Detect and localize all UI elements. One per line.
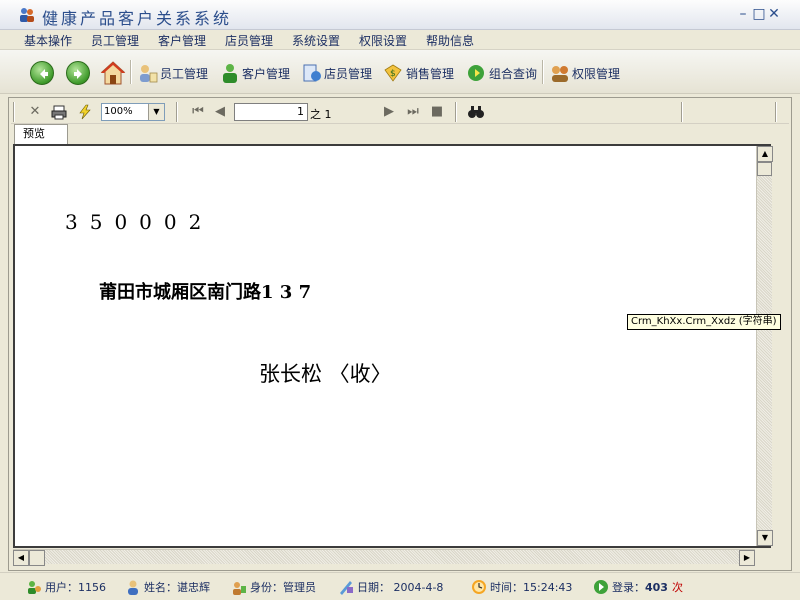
status-bar: 用户：1156 姓名：谌忠辉 身份：管理员 日期： 2004-4-8 时间：15…: [0, 572, 800, 600]
calendar-icon: [340, 581, 353, 595]
user-icon: [28, 581, 41, 594]
main-toolbar: 员工管理 客户管理 店员管理 $ 销售管理 组合查询 权限管理: [0, 50, 800, 94]
query-icon: [468, 65, 484, 81]
first-page-icon[interactable]: ⏮: [190, 104, 206, 120]
user-id-text: 用户：1156: [45, 581, 106, 594]
role-text: 身份：管理员: [250, 581, 316, 594]
scroll-down-icon[interactable]: ▼: [757, 530, 773, 546]
employee-manage-button[interactable]: 员工管理: [137, 61, 208, 85]
vertical-scroll-thumb[interactable]: [757, 162, 772, 176]
status-time: 时间：15:24:43: [471, 579, 572, 595]
clerk-manage-button[interactable]: 店员管理: [301, 61, 372, 85]
employee-icon: [140, 65, 158, 83]
status-login: 登录： 403 次: [593, 579, 683, 595]
menu-permission-settings[interactable]: 权限设置: [359, 32, 407, 49]
recipient-text: 张长松 〈收〉: [259, 362, 392, 386]
sales-manage-button[interactable]: $ 销售管理: [383, 61, 454, 85]
arrow-left-icon: [40, 69, 48, 79]
horizontal-scroll-thumb[interactable]: [29, 550, 45, 566]
vertical-scrollbar[interactable]: ▲ ▼: [756, 146, 773, 546]
back-button[interactable]: [30, 61, 54, 85]
postcode-text: 350002: [65, 210, 214, 234]
close-button[interactable]: ✕: [767, 6, 781, 22]
customer-manage-label: 客户管理: [242, 66, 291, 81]
login-count-unit: 次: [671, 581, 683, 594]
field-tooltip: Crm_KhXx.Crm_Xxdz (字符串): [627, 314, 781, 330]
clock-icon: [472, 580, 486, 594]
time-text: 时间：15:24:43: [490, 581, 573, 594]
report-toolbar-separator: [455, 102, 457, 122]
status-name: 姓名：谌忠辉: [125, 579, 210, 595]
app-users-icon: [20, 8, 34, 22]
home-icon[interactable]: [100, 60, 126, 86]
role-icon: [233, 582, 246, 595]
menu-clerk[interactable]: 店员管理: [225, 32, 273, 49]
lightning-icon[interactable]: [77, 104, 93, 120]
menu-basic-ops[interactable]: 基本操作: [24, 32, 72, 49]
login-label: 登录：: [612, 581, 645, 594]
report-toolbar-separator: [176, 102, 178, 122]
print-icon[interactable]: [51, 104, 67, 120]
permission-manage-label: 权限管理: [572, 66, 621, 81]
name-text: 姓名：谌忠辉: [144, 581, 210, 594]
next-page-icon[interactable]: ▶: [381, 104, 397, 120]
report-toolbar-separator: [681, 102, 683, 122]
combined-query-button[interactable]: 组合查询: [466, 61, 537, 85]
window-title: 健康产品客户关系系统: [42, 9, 233, 28]
login-count: 403: [645, 580, 668, 594]
toolbar-separator: [542, 60, 544, 84]
customer-icon: [223, 64, 237, 83]
binoculars-icon[interactable]: [467, 104, 485, 120]
employee-manage-label: 员工管理: [160, 66, 209, 81]
close-report-icon[interactable]: ✕: [27, 104, 43, 120]
report-toolbar-grip: [13, 102, 15, 122]
forward-button[interactable]: [66, 61, 90, 85]
report-toolbar-separator: [775, 102, 777, 122]
toolbar-separator: [130, 60, 132, 84]
scroll-left-icon[interactable]: ◀: [13, 550, 29, 566]
report-paper: 350002 莆田市城厢区南门路1 3 7 张长松 〈收〉: [15, 146, 753, 546]
minimize-button[interactable]: –: [736, 6, 750, 22]
report-toolbar: ✕ 100% ▼ ⏮ ◀ 1 之 1 ▶ ⏭ ■: [11, 100, 789, 124]
menu-employee[interactable]: 员工管理: [91, 32, 139, 49]
page-number-input[interactable]: 1: [234, 103, 308, 121]
login-icon: [594, 580, 608, 594]
person-icon: [128, 580, 138, 595]
svg-text:$: $: [390, 69, 396, 79]
restore-button[interactable]: □: [752, 6, 766, 22]
stop-icon[interactable]: ■: [429, 104, 445, 120]
menu-bar: 基本操作 员工管理 客户管理 店员管理 系统设置 权限设置 帮助信息: [0, 30, 800, 50]
arrow-right-icon: [74, 69, 82, 79]
horizontal-scrollbar[interactable]: ◀ ▶: [13, 549, 755, 566]
menu-system-settings[interactable]: 系统设置: [292, 32, 340, 49]
customer-manage-button[interactable]: 客户管理: [219, 61, 290, 85]
address-text: 莆田市城厢区南门路1 3 7: [99, 282, 312, 303]
permission-icon: [552, 66, 568, 82]
status-user: 用户：1156: [26, 579, 106, 595]
clerk-icon: [303, 64, 321, 82]
clerk-manage-label: 店员管理: [324, 66, 373, 81]
status-date: 日期： 2004-4-8: [338, 579, 443, 595]
last-page-icon[interactable]: ⏭: [405, 104, 421, 120]
title-bar: 健康产品客户关系系统 – □ ✕: [0, 0, 800, 30]
sales-manage-label: 销售管理: [406, 66, 455, 81]
sales-icon: $: [384, 64, 402, 82]
menu-customer[interactable]: 客户管理: [158, 32, 206, 49]
date-text: 日期： 2004-4-8: [357, 581, 444, 594]
report-viewer: ✕ 100% ▼ ⏮ ◀ 1 之 1 ▶ ⏭ ■ 预览 350002 莆田市城厢…: [8, 97, 792, 571]
prev-page-icon[interactable]: ◀: [212, 104, 228, 120]
report-page-frame: 350002 莆田市城厢区南门路1 3 7 张长松 〈收〉 ▲ ▼: [13, 144, 773, 548]
combined-query-label: 组合查询: [489, 66, 538, 81]
tab-preview[interactable]: 预览: [14, 124, 68, 144]
page-count: 之 1: [310, 108, 332, 121]
scroll-right-icon[interactable]: ▶: [739, 550, 755, 566]
permission-manage-button[interactable]: 权限管理: [549, 61, 620, 85]
status-role: 身份：管理员: [231, 579, 316, 595]
zoom-select[interactable]: 100% ▼: [101, 103, 165, 121]
chevron-down-icon[interactable]: ▼: [148, 104, 164, 120]
menu-help[interactable]: 帮助信息: [426, 32, 474, 49]
scroll-up-icon[interactable]: ▲: [757, 146, 773, 162]
zoom-value: 100%: [104, 106, 133, 117]
